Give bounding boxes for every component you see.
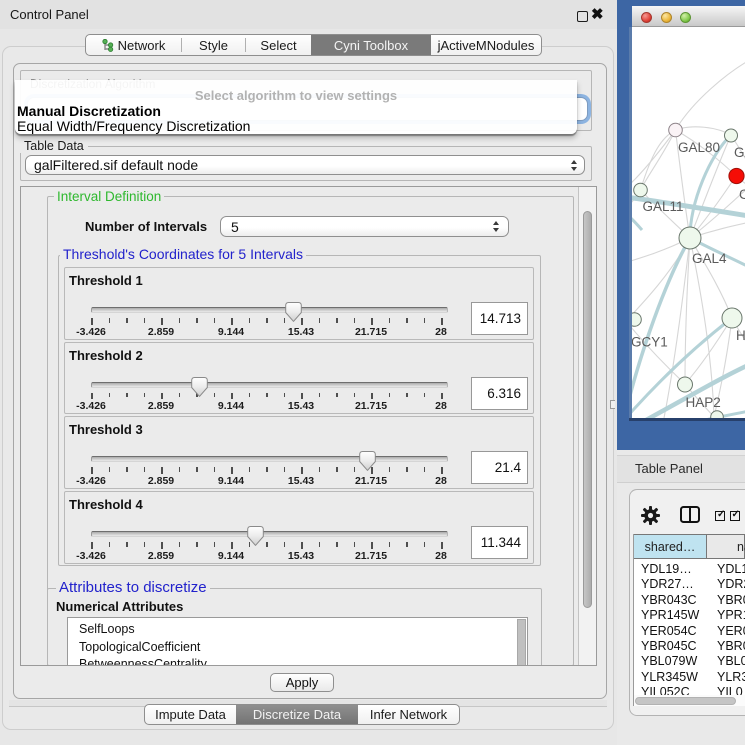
svg-text:H: H bbox=[736, 328, 745, 343]
svg-text:GA: GA bbox=[734, 145, 745, 160]
svg-text:GAL11: GAL11 bbox=[643, 199, 684, 214]
svg-text:HAP2: HAP2 bbox=[686, 395, 721, 410]
svg-text:C: C bbox=[739, 187, 745, 202]
svg-text:GAL4: GAL4 bbox=[692, 251, 727, 266]
svg-text:GAL80: GAL80 bbox=[678, 140, 720, 155]
svg-text:GCY1: GCY1 bbox=[632, 335, 668, 350]
